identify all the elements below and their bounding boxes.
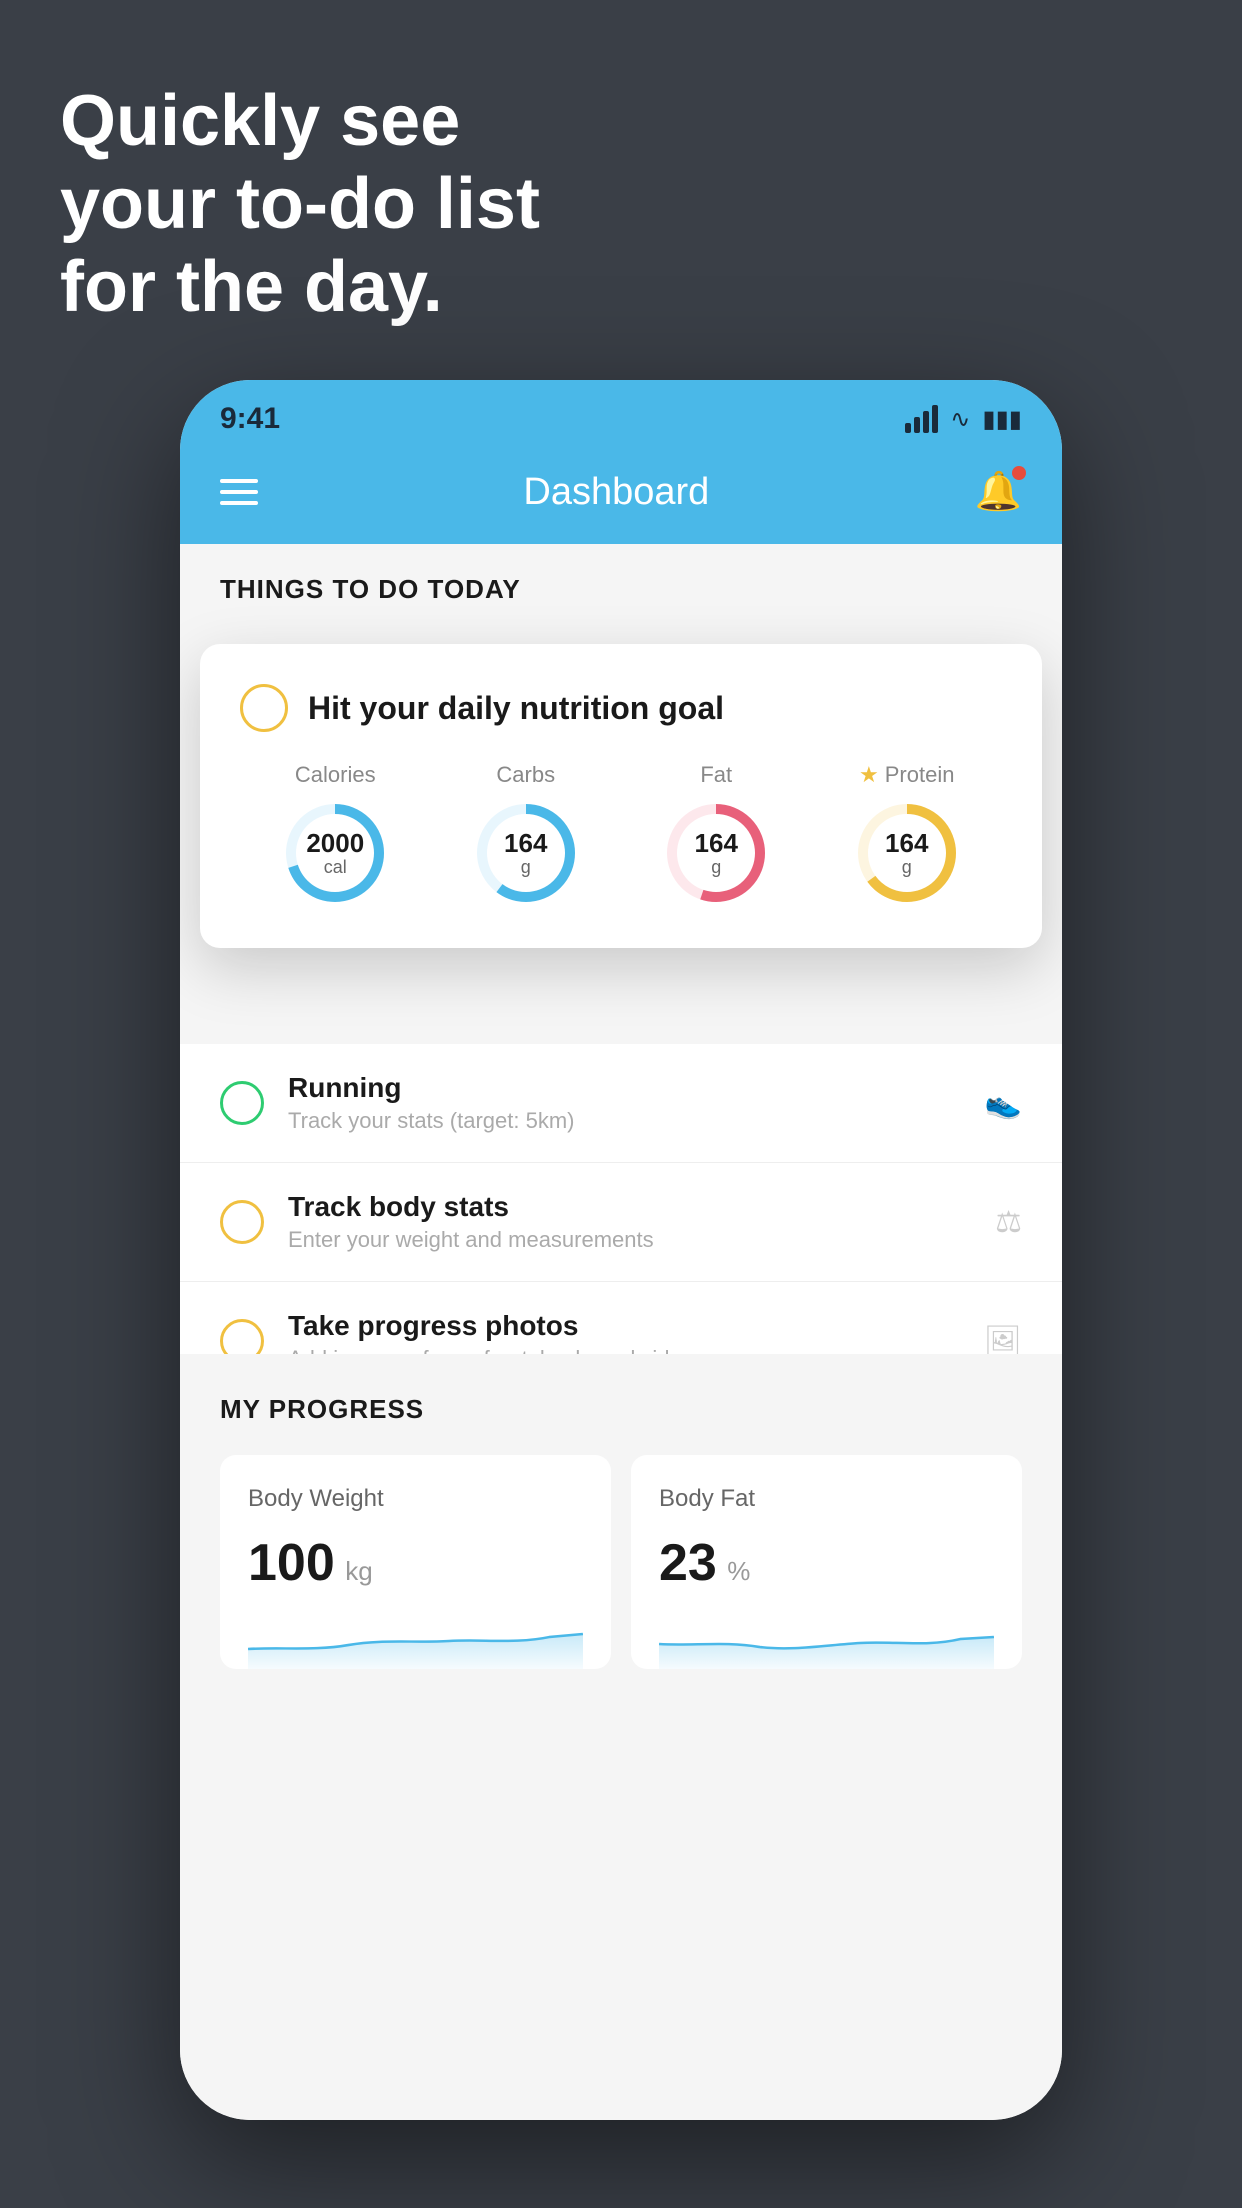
list-item[interactable]: Track body stats Enter your weight and m… xyxy=(180,1163,1062,1282)
calories-donut: 2000 cal xyxy=(280,798,390,908)
running-subtitle: Track your stats (target: 5km) xyxy=(288,1108,961,1134)
running-title: Running xyxy=(288,1072,961,1104)
fat-donut: 164 g xyxy=(661,798,771,908)
nutrition-checkbox[interactable] xyxy=(240,684,288,732)
bell-icon[interactable]: 🔔 xyxy=(975,470,1022,514)
body-fat-value-row: 23 % xyxy=(659,1533,994,1593)
body-fat-value: 23 xyxy=(659,1534,717,1592)
fat-label: Fat xyxy=(700,762,732,788)
star-icon: ★ xyxy=(859,762,879,788)
wifi-icon: ∿ xyxy=(950,405,970,434)
status-time: 9:41 xyxy=(220,402,280,436)
carbs-unit: g xyxy=(504,857,547,877)
body-fat-label: Body Fat xyxy=(659,1485,994,1513)
bodystats-checkbox[interactable] xyxy=(220,1200,264,1244)
protein-label: ★Protein xyxy=(859,762,954,788)
body-fat-unit: % xyxy=(727,1556,750,1586)
todo-list: Running Track your stats (target: 5km) 👟… xyxy=(180,1044,1062,1401)
nutrition-protein: ★Protein 164 g xyxy=(852,762,962,908)
body-weight-value-row: 100 kg xyxy=(248,1533,583,1593)
bodystats-text: Track body stats Enter your weight and m… xyxy=(288,1191,971,1253)
nutrition-card: Hit your daily nutrition goal Calories 2… xyxy=(200,644,1042,948)
today-section-header: THINGS TO DO TODAY xyxy=(180,544,1062,625)
bodystats-subtitle: Enter your weight and measurements xyxy=(288,1227,971,1253)
hero-heading: Quickly see your to-do list for the day. xyxy=(60,80,540,328)
carbs-label: Carbs xyxy=(496,762,555,788)
running-icon: 👟 xyxy=(985,1086,1022,1121)
app-header: Dashboard 🔔 xyxy=(180,450,1062,544)
calories-unit: cal xyxy=(306,857,364,877)
body-fat-sparkline xyxy=(659,1609,994,1669)
signal-icon xyxy=(905,405,938,433)
protein-value: 164 xyxy=(885,829,928,858)
body-weight-unit: kg xyxy=(345,1556,372,1586)
nutrition-carbs: Carbs 164 g xyxy=(471,762,581,908)
bodystats-title: Track body stats xyxy=(288,1191,971,1223)
status-bar: 9:41 ∿ ▮▮▮ xyxy=(180,380,1062,450)
header-title: Dashboard xyxy=(523,471,709,514)
list-item[interactable]: Running Track your stats (target: 5km) 👟 xyxy=(180,1044,1062,1163)
nutrition-row: Calories 2000 cal Carbs xyxy=(240,762,1002,908)
progress-cards: Body Weight 100 kg xyxy=(220,1455,1022,1669)
fat-unit: g xyxy=(695,857,738,877)
body-weight-value: 100 xyxy=(248,1534,335,1592)
app-content: THINGS TO DO TODAY Hit your daily nutrit… xyxy=(180,544,1062,2120)
calories-label: Calories xyxy=(295,762,376,788)
photos-title: Take progress photos xyxy=(288,1310,960,1342)
nutrition-fat: Fat 164 g xyxy=(661,762,771,908)
scale-icon: ⚖ xyxy=(995,1205,1022,1240)
body-weight-sparkline xyxy=(248,1609,583,1669)
running-checkbox[interactable] xyxy=(220,1081,264,1125)
fat-value: 164 xyxy=(695,829,738,858)
progress-section: MY PROGRESS Body Weight 100 kg xyxy=(180,1354,1062,1689)
body-weight-label: Body Weight xyxy=(248,1485,583,1513)
protein-unit: g xyxy=(885,857,928,877)
protein-donut: 164 g xyxy=(852,798,962,908)
body-fat-card: Body Fat 23 % xyxy=(631,1455,1022,1669)
status-icons: ∿ ▮▮▮ xyxy=(905,405,1022,434)
notification-dot xyxy=(1012,466,1026,480)
nutrition-card-title: Hit your daily nutrition goal xyxy=(308,690,724,727)
progress-title: MY PROGRESS xyxy=(220,1394,1022,1425)
carbs-value: 164 xyxy=(504,829,547,858)
running-text: Running Track your stats (target: 5km) xyxy=(288,1072,961,1134)
body-weight-card: Body Weight 100 kg xyxy=(220,1455,611,1669)
phone-mockup: 9:41 ∿ ▮▮▮ Dashboard 🔔 THINGS TO DO TODA… xyxy=(180,380,1062,2120)
calories-value: 2000 xyxy=(306,829,364,858)
hamburger-menu[interactable] xyxy=(220,479,258,505)
nutrition-calories: Calories 2000 cal xyxy=(280,762,390,908)
carbs-donut: 164 g xyxy=(471,798,581,908)
battery-icon: ▮▮▮ xyxy=(982,405,1022,434)
